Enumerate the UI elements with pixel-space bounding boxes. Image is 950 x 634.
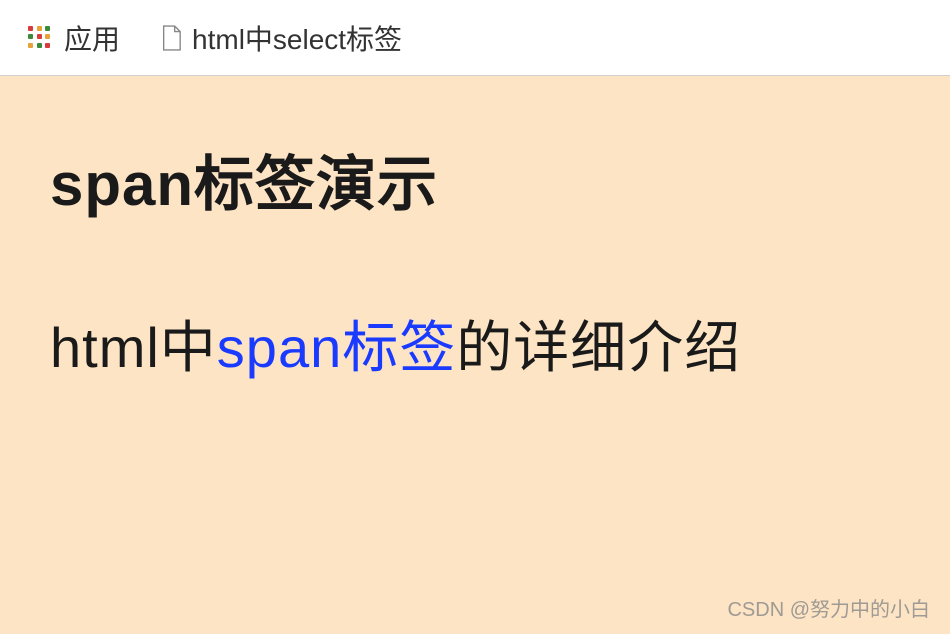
paragraph-highlight: span标签: [217, 316, 456, 379]
watermark: CSDN @努力中的小白: [727, 593, 930, 622]
apps-button[interactable]: 应用: [20, 14, 128, 62]
page-heading: span标签演示: [50, 136, 900, 223]
page-content: span标签演示 html中span标签的详细介绍: [0, 76, 950, 634]
bookmark-bar: 应用 html中select标签: [0, 0, 950, 76]
bookmark-label: html中select标签: [192, 18, 402, 58]
apps-label: 应用: [64, 18, 120, 58]
paragraph-text-before: html中: [50, 316, 217, 379]
file-icon: [160, 24, 182, 52]
bookmark-item[interactable]: html中select标签: [152, 14, 410, 62]
paragraph-text-after: 的详细介绍: [456, 316, 741, 379]
page-paragraph: html中span标签的详细介绍: [50, 303, 900, 384]
apps-grid-icon: [28, 26, 52, 50]
